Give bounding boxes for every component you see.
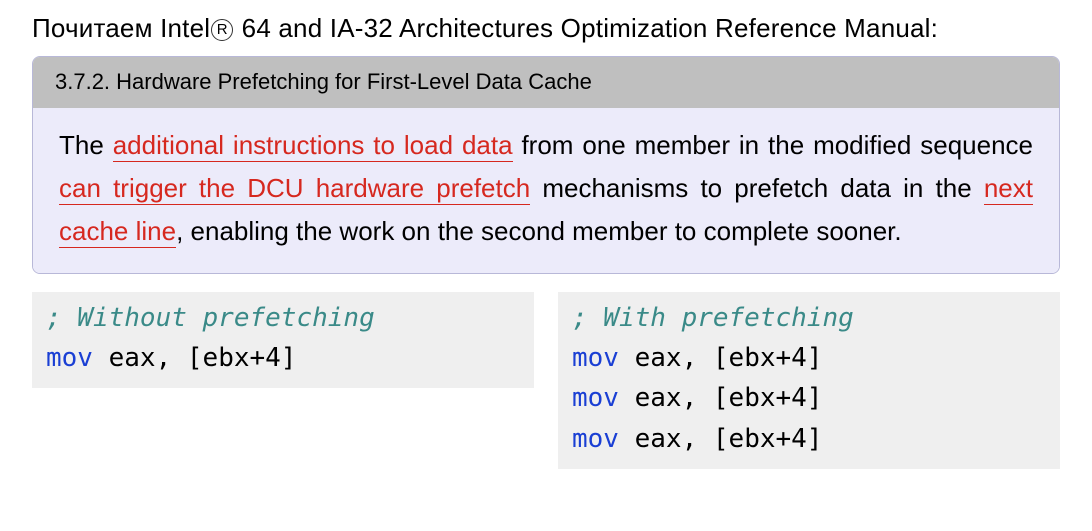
mnemonic: mov xyxy=(572,383,619,413)
mnemonic: mov xyxy=(572,424,619,454)
quote-highlight: can trigger the DCU hardware prefetch xyxy=(59,173,530,205)
code-block-without-prefetch: ; Without prefetching mov eax, [ebx+4] xyxy=(32,292,534,389)
quote-text: , enabling the work on the second member… xyxy=(176,216,902,246)
operands: eax, [ebx+4] xyxy=(619,383,823,413)
operands: eax, [ebx+4] xyxy=(619,424,823,454)
code-comment: ; Without prefetching xyxy=(46,298,520,338)
quote-highlight: additional instructions to load data xyxy=(113,130,513,162)
code-line: mov eax, [ebx+4] xyxy=(572,378,1046,418)
operands: eax, [ebx+4] xyxy=(93,343,297,373)
operands: eax, [ebx+4] xyxy=(619,343,823,373)
quote-body: The additional instructions to load data… xyxy=(33,108,1059,273)
quote-text: from one member in the modified sequence xyxy=(513,130,1033,160)
code-line: mov eax, [ebx+4] xyxy=(572,419,1046,459)
code-line: mov eax, [ebx+4] xyxy=(572,338,1046,378)
quote-box: 3.7.2. Hardware Prefetching for First-Le… xyxy=(32,56,1060,273)
intro-prefix: Почитаем Intel xyxy=(32,13,210,43)
mnemonic: mov xyxy=(572,343,619,373)
mnemonic: mov xyxy=(46,343,93,373)
quote-text: The xyxy=(59,130,113,160)
intro-suffix: 64 and IA-32 Architectures Optimization … xyxy=(234,13,938,43)
code-block-with-prefetch: ; With prefetching mov eax, [ebx+4] mov … xyxy=(558,292,1060,469)
quote-text: mechanisms to prefetch data in the xyxy=(530,173,984,203)
code-comment: ; With prefetching xyxy=(572,298,1046,338)
intro-line: Почитаем IntelR 64 and IA-32 Architectur… xyxy=(32,10,1060,46)
quote-header: 3.7.2. Hardware Prefetching for First-Le… xyxy=(33,57,1059,108)
code-line: mov eax, [ebx+4] xyxy=(46,338,520,378)
registered-mark: R xyxy=(211,19,233,41)
code-columns: ; Without prefetching mov eax, [ebx+4] ;… xyxy=(32,292,1060,469)
